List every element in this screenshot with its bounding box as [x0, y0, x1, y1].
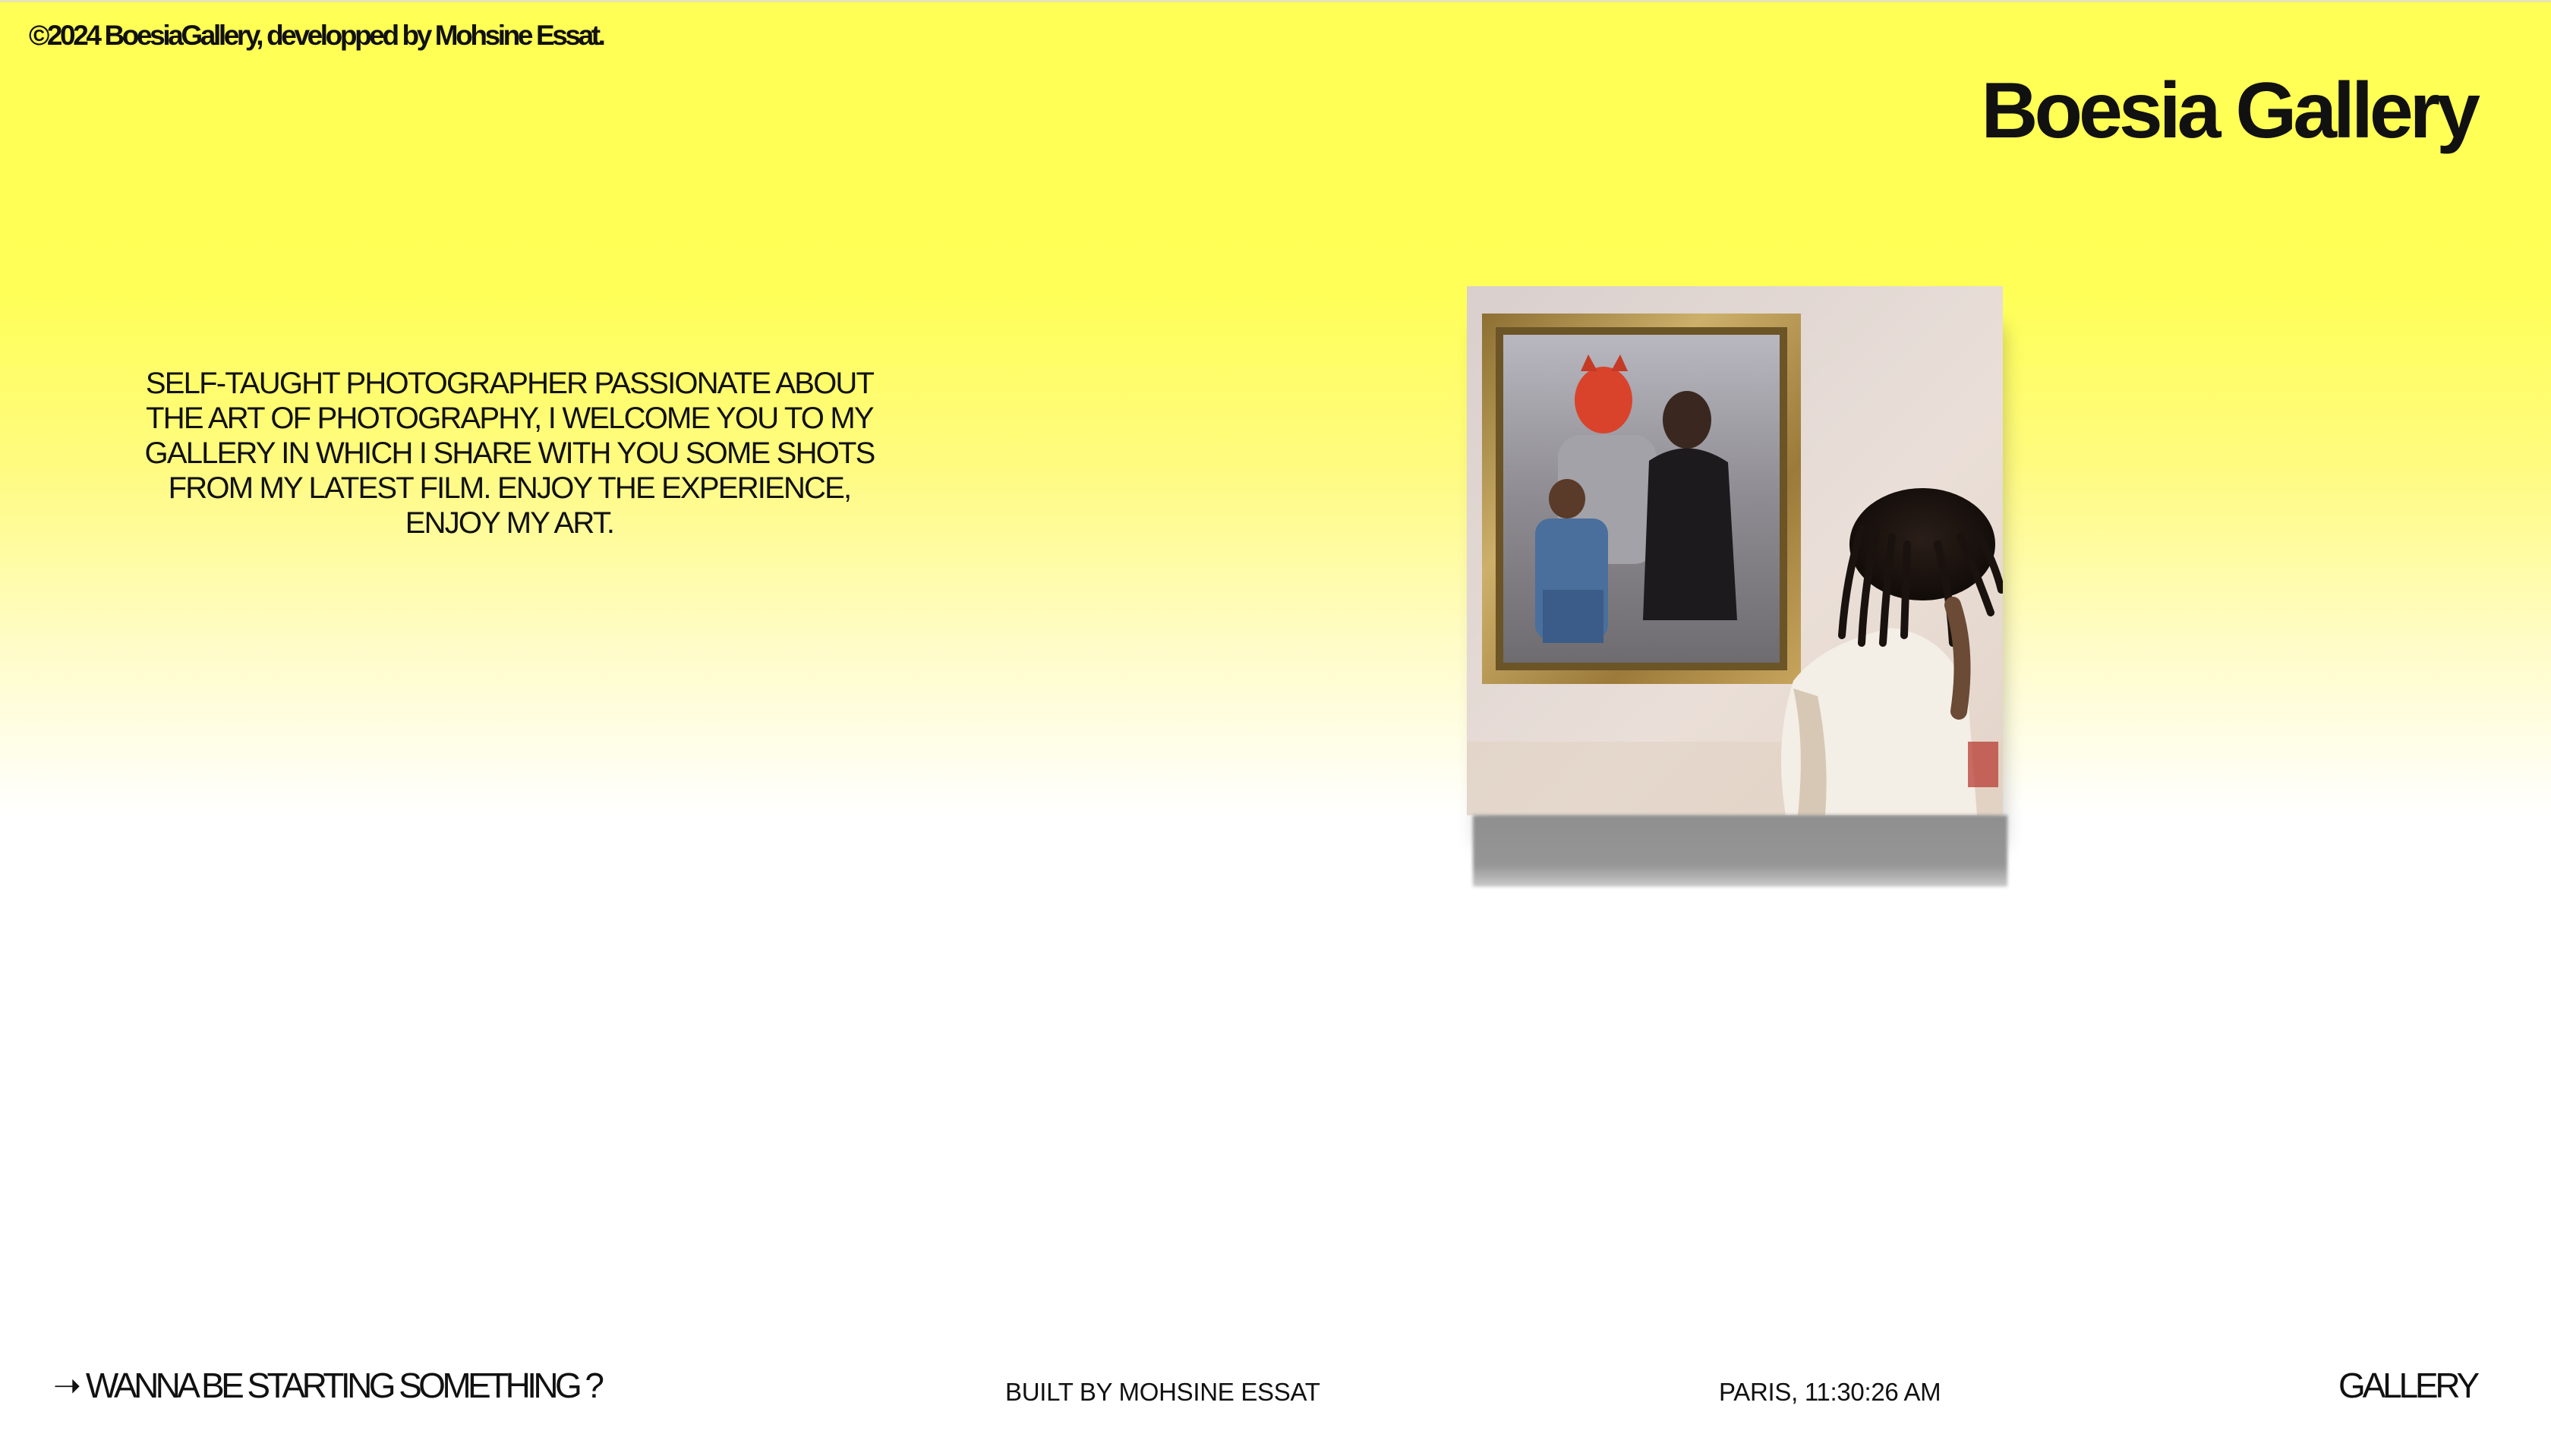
featured-photo-image	[1467, 286, 2003, 815]
gallery-link[interactable]: GALLERY	[2338, 1365, 2480, 1406]
cta-label: WANNA BE STARTING SOMETHING ?	[85, 1366, 604, 1405]
location-clock: PARIS, 11:30:26 AM	[1719, 1378, 1941, 1406]
brand-title[interactable]: Boesia Gallery	[1981, 69, 2480, 153]
featured-photo[interactable]	[1467, 286, 2003, 815]
copyright-text: ©2024 BoesiaGallery, developped by Mohsi…	[29, 20, 606, 51]
start-something-link[interactable]: ➝ WANNA BE STARTING SOMETHING ?	[53, 1365, 604, 1406]
intro-text: SELF-TAUGHT PHOTOGRAPHER PASSIONATE ABOU…	[144, 367, 876, 540]
built-by-text: BUILT BY MOHSINE ESSAT	[1005, 1378, 1320, 1406]
arrow-right-icon: ➝	[53, 1366, 81, 1404]
top-rule	[0, 0, 2551, 2]
photo-shadow	[1473, 815, 2007, 887]
